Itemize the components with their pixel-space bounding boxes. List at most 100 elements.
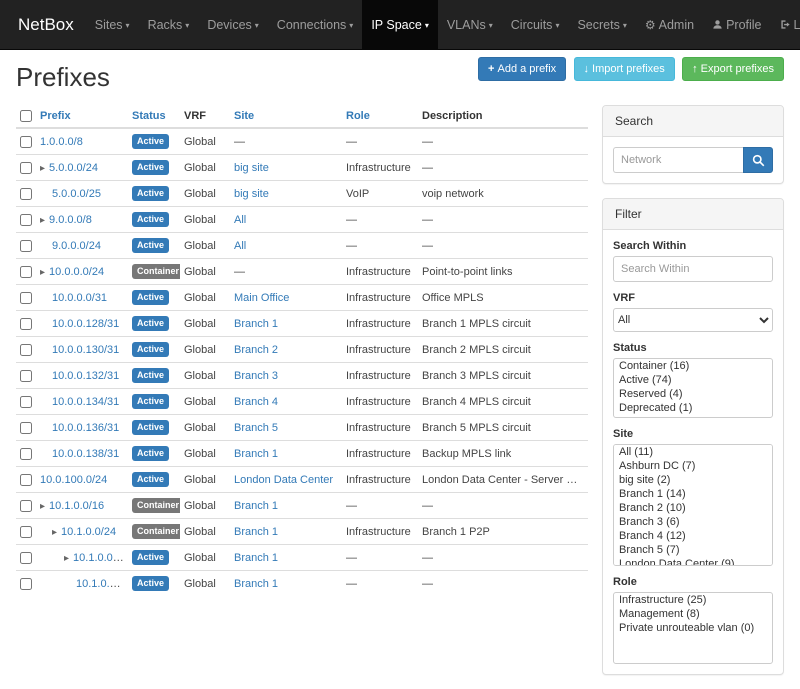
filter-option[interactable]: Deprecated (1) <box>614 401 772 415</box>
prefix-link[interactable]: 10.0.0.138/31 <box>52 448 119 460</box>
filter-option[interactable]: Management (8) <box>614 607 772 621</box>
filter-option[interactable]: Ashburn DC (7) <box>614 459 772 473</box>
column-header-site[interactable]: Site <box>230 105 342 128</box>
role-filter-listbox[interactable]: Infrastructure (25)Management (8)Private… <box>613 592 773 664</box>
filter-option[interactable]: big site (2) <box>614 473 772 487</box>
export-prefixes-button[interactable]: ↑Export prefixes <box>682 57 784 81</box>
site-link[interactable]: big site <box>234 162 269 174</box>
filter-option[interactable]: Branch 2 (10) <box>614 501 772 515</box>
search-within-input[interactable] <box>613 256 773 282</box>
nav-item-racks[interactable]: Racks▾ <box>139 0 199 49</box>
nav-item-devices[interactable]: Devices▾ <box>198 0 267 49</box>
nav-item-admin[interactable]: ⚙Admin <box>636 0 703 49</box>
prefix-link[interactable]: 5.0.0.0/24 <box>49 162 98 174</box>
prefix-link[interactable]: 10.0.0.128/31 <box>52 318 119 330</box>
filter-option[interactable]: London Data Center (9) <box>614 557 772 566</box>
prefix-link[interactable]: 10.0.0.0/31 <box>52 292 107 304</box>
filter-option[interactable]: Branch 3 (6) <box>614 515 772 529</box>
site-link[interactable]: Branch 5 <box>234 422 278 434</box>
nav-item-profile[interactable]: Profile <box>703 0 770 49</box>
filter-option[interactable]: All (11) <box>614 445 772 459</box>
row-checkbox[interactable] <box>20 396 32 408</box>
row-checkbox[interactable] <box>20 526 32 538</box>
search-button[interactable] <box>743 147 773 173</box>
site-link[interactable]: Branch 2 <box>234 344 278 356</box>
import-prefixes-button[interactable]: ↓Import prefixes <box>574 57 675 81</box>
site-link[interactable]: All <box>234 240 246 252</box>
site-filter-listbox[interactable]: All (11)Ashburn DC (7)big site (2)Branch… <box>613 444 773 566</box>
prefix-link[interactable]: 10.0.0.132/31 <box>52 370 119 382</box>
filter-option[interactable]: Branch 5 (7) <box>614 543 772 557</box>
row-checkbox-cell <box>16 441 36 467</box>
prefix-link[interactable]: 10.1.0.0/26 <box>76 578 128 590</box>
nav-item-sites[interactable]: Sites▾ <box>86 0 139 49</box>
site-link[interactable]: Branch 3 <box>234 370 278 382</box>
description-cell: Backup MPLS link <box>418 441 588 467</box>
site-link[interactable]: London Data Center <box>234 474 333 486</box>
row-checkbox[interactable] <box>20 292 32 304</box>
prefix-link[interactable]: 10.0.0.0/24 <box>49 266 104 278</box>
filter-option[interactable]: Reserved (4) <box>614 387 772 401</box>
prefix-link[interactable]: 10.0.0.134/31 <box>52 396 119 408</box>
row-checkbox[interactable] <box>20 266 32 278</box>
nav-item-circuits[interactable]: Circuits▾ <box>502 0 569 49</box>
vrf-select[interactable]: All <box>613 308 773 332</box>
search-input[interactable] <box>613 147 743 173</box>
site-link[interactable]: Main Office <box>234 292 289 304</box>
column-header-status[interactable]: Status <box>128 105 180 128</box>
row-checkbox[interactable] <box>20 474 32 486</box>
prefix-link[interactable]: 10.0.0.136/31 <box>52 422 119 434</box>
prefix-link[interactable]: 10.1.0.0/24 <box>61 526 116 538</box>
navbar-brand[interactable]: NetBox <box>6 0 86 49</box>
row-checkbox[interactable] <box>20 578 32 590</box>
nav-item-log-out[interactable]: Log out <box>771 0 800 49</box>
row-checkbox[interactable] <box>20 370 32 382</box>
row-checkbox[interactable] <box>20 500 32 512</box>
select-all-checkbox[interactable] <box>20 110 32 122</box>
site-link[interactable]: Branch 4 <box>234 396 278 408</box>
chevron-down-icon: ▾ <box>555 21 559 30</box>
filter-option[interactable]: Container (16) <box>614 359 772 373</box>
site-link[interactable]: Branch 1 <box>234 526 278 538</box>
site-link[interactable]: Branch 1 <box>234 448 278 460</box>
site-link[interactable]: big site <box>234 188 269 200</box>
nav-item-ip-space[interactable]: IP Space▾ <box>362 0 438 49</box>
site-link[interactable]: Branch 1 <box>234 578 278 590</box>
prefix-link[interactable]: 9.0.0.0/24 <box>52 240 101 252</box>
search-panel: Search <box>602 105 784 184</box>
prefix-link[interactable]: 9.0.0.0/8 <box>49 214 92 226</box>
filter-option[interactable]: Private unrouteable vlan (0) <box>614 621 772 635</box>
site-link[interactable]: Branch 1 <box>234 318 278 330</box>
filter-option[interactable]: Branch 4 (12) <box>614 529 772 543</box>
row-checkbox[interactable] <box>20 422 32 434</box>
row-checkbox[interactable] <box>20 136 32 148</box>
prefix-link[interactable]: 5.0.0.0/25 <box>52 188 101 200</box>
status-filter-listbox[interactable]: Container (16)Active (74)Reserved (4)Dep… <box>613 358 773 418</box>
row-checkbox[interactable] <box>20 240 32 252</box>
site-cell: Branch 4 <box>230 389 342 415</box>
row-checkbox[interactable] <box>20 552 32 564</box>
prefix-link[interactable]: 10.1.0.0/25 <box>73 552 128 564</box>
column-header-prefix[interactable]: Prefix <box>36 105 128 128</box>
prefix-link[interactable]: 10.0.100.0/24 <box>40 474 107 486</box>
site-link[interactable]: Branch 1 <box>234 500 278 512</box>
row-checkbox[interactable] <box>20 318 32 330</box>
nav-item-secrets[interactable]: Secrets▾ <box>568 0 635 49</box>
row-checkbox[interactable] <box>20 188 32 200</box>
site-link[interactable]: Branch 1 <box>234 552 278 564</box>
prefix-link[interactable]: 10.0.0.130/31 <box>52 344 119 356</box>
add-prefix-button[interactable]: +Add a prefix <box>478 57 566 81</box>
column-header-role[interactable]: Role <box>342 105 418 128</box>
prefix-link[interactable]: 10.1.0.0/16 <box>49 500 104 512</box>
filter-option[interactable]: Infrastructure (25) <box>614 593 772 607</box>
nav-item-connections[interactable]: Connections▾ <box>268 0 363 49</box>
row-checkbox[interactable] <box>20 214 32 226</box>
filter-option[interactable]: Branch 1 (14) <box>614 487 772 501</box>
nav-item-vlans[interactable]: VLANs▾ <box>438 0 502 49</box>
row-checkbox[interactable] <box>20 448 32 460</box>
row-checkbox[interactable] <box>20 344 32 356</box>
site-link[interactable]: All <box>234 214 246 226</box>
filter-option[interactable]: Active (74) <box>614 373 772 387</box>
prefix-link[interactable]: 1.0.0.0/8 <box>40 136 83 148</box>
row-checkbox[interactable] <box>20 162 32 174</box>
